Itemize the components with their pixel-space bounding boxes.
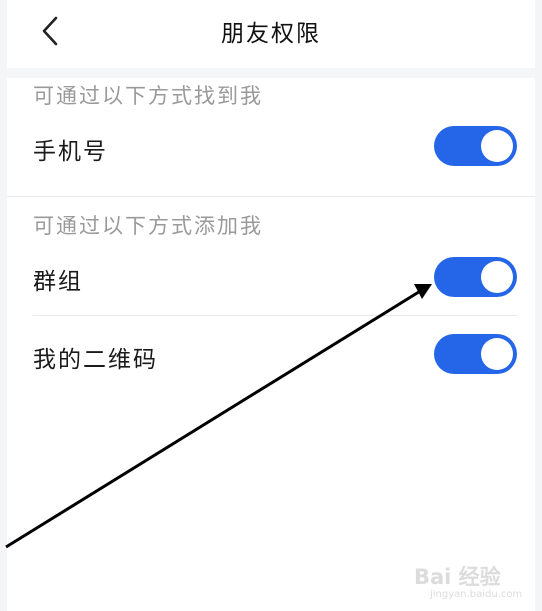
- watermark-url: jingyan.baidu.com: [430, 589, 523, 600]
- annotation-arrow: [5, 284, 432, 549]
- baidu-watermark: Bai 经验 jingyan.baidu.com: [414, 553, 534, 603]
- watermark-text: Bai 经验: [414, 565, 501, 589]
